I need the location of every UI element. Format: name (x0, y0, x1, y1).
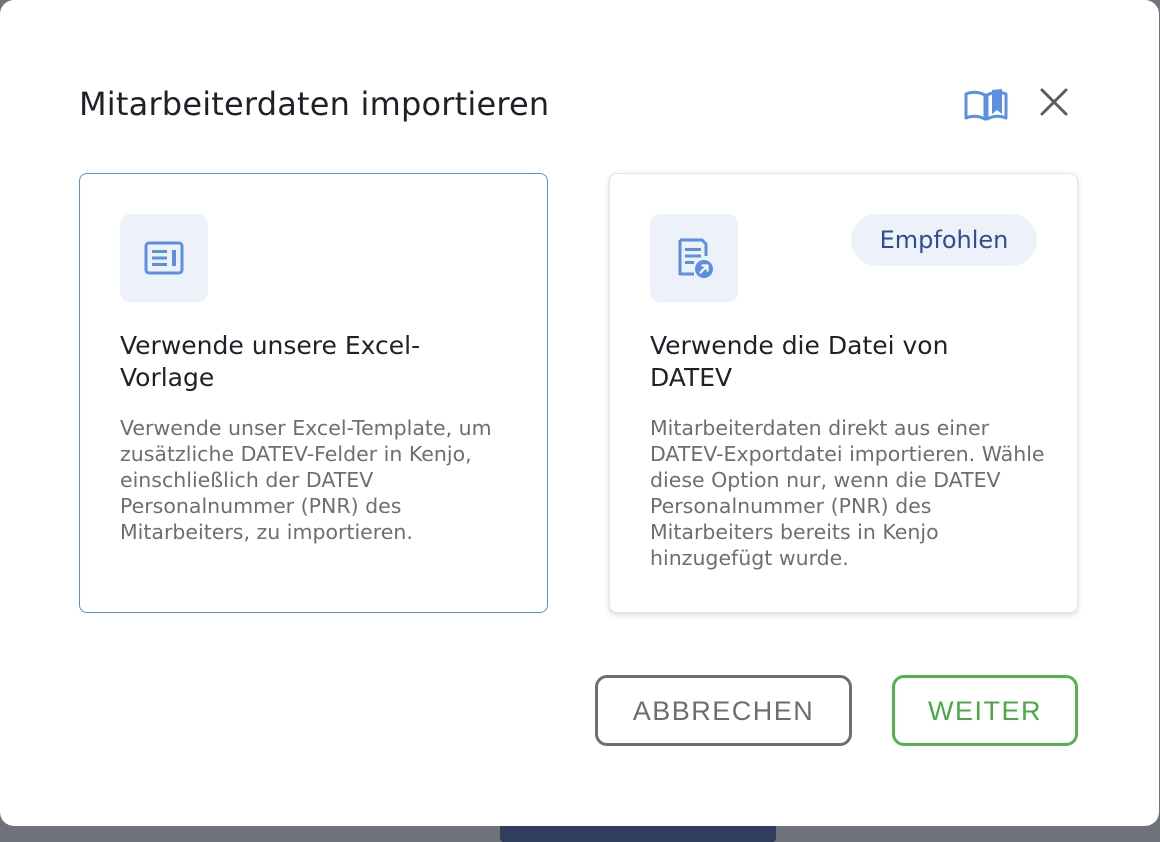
option-card-excel-template[interactable]: Verwende unsere Excel-Vorlage Verwende u… (79, 173, 548, 613)
option-title: Verwende die Datei von DATEV (650, 331, 949, 392)
option-title: Verwende unsere Excel-Vorlage (120, 331, 421, 392)
cancel-button[interactable]: ABBRECHEN (595, 675, 852, 746)
document-export-icon (650, 214, 738, 302)
book-icon[interactable] (962, 86, 1010, 124)
close-icon[interactable] (1038, 86, 1070, 118)
recommended-badge: Empfohlen (851, 214, 1037, 266)
option-description: Verwende unser Excel-Template, um zusätz… (120, 416, 492, 544)
document-list-icon (120, 214, 208, 302)
option-card-datev-file[interactable]: Empfohlen Verwende die Datei von DATEV M… (609, 173, 1078, 613)
next-button[interactable]: WEITER (892, 675, 1078, 746)
import-dialog: Mitarbeiterdaten importieren Verwende un… (0, 0, 1159, 826)
dialog-title: Mitarbeiterdaten importieren (79, 85, 550, 123)
option-description: Mitarbeiterdaten direkt aus einer DATEV-… (650, 416, 1045, 570)
